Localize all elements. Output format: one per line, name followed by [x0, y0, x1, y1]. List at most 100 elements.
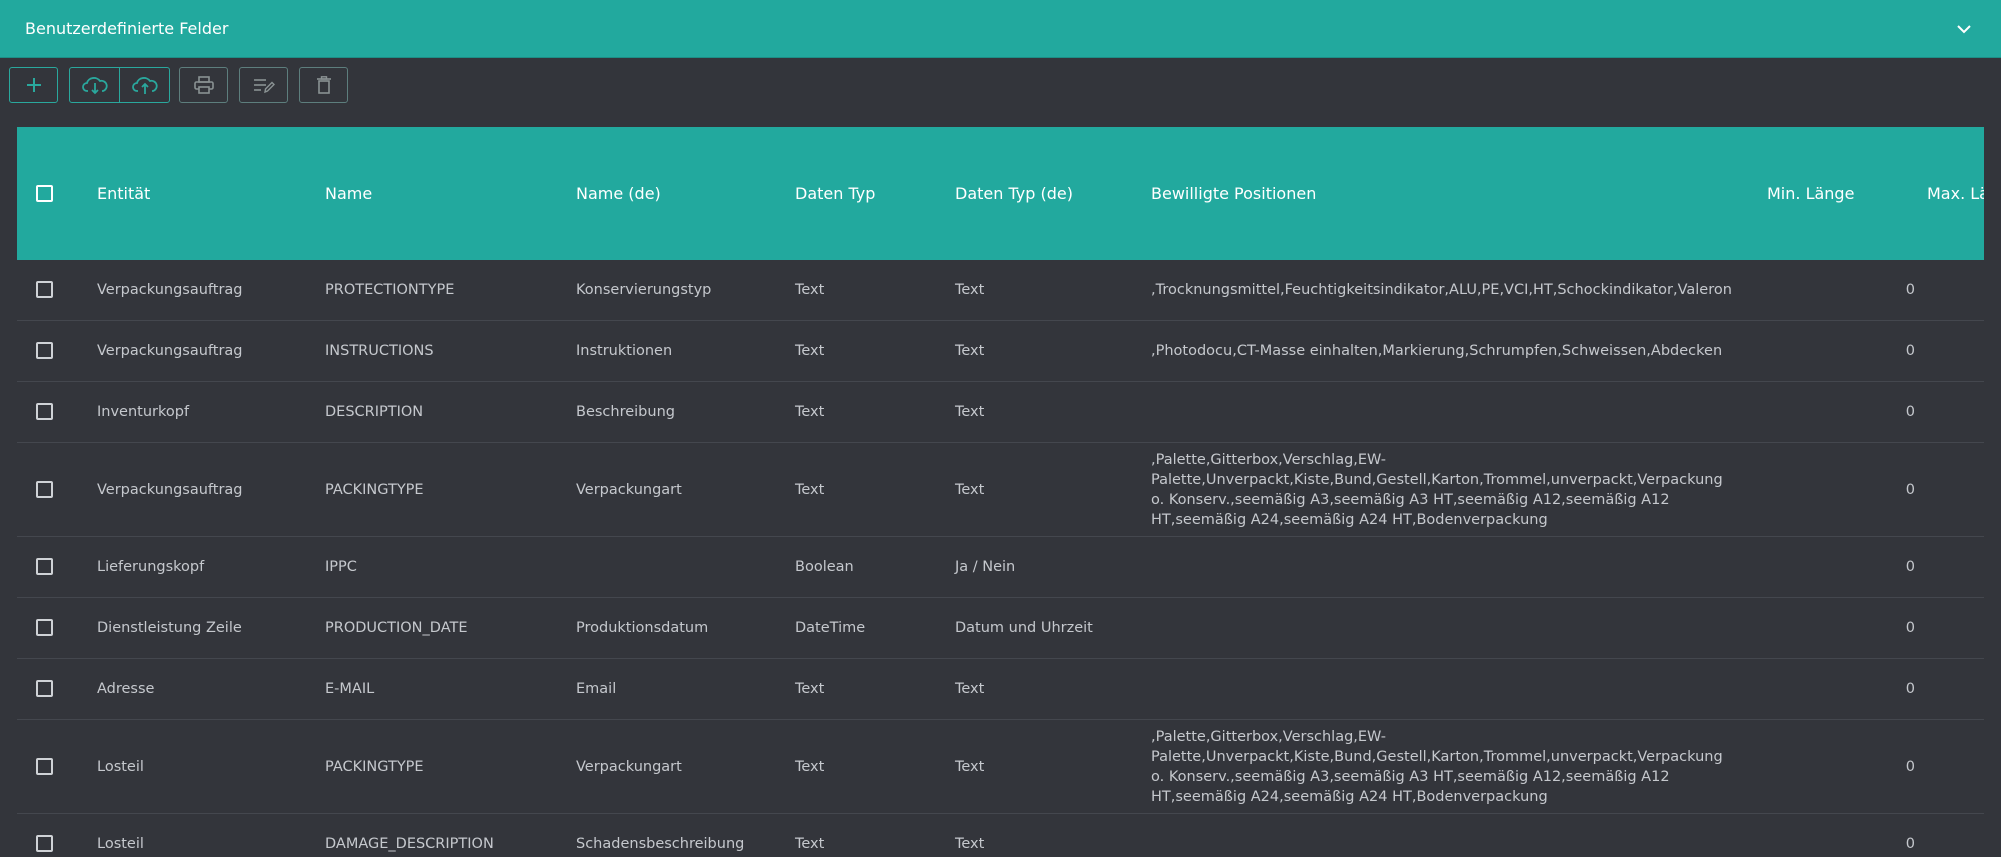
column-header-min-length[interactable]: Min. Länge: [1767, 127, 1854, 260]
row-checkbox[interactable]: [36, 680, 53, 697]
cell-name-de: Produktionsdatum: [576, 620, 709, 636]
cell-entity: Losteil: [97, 836, 144, 852]
custom-fields-table: Entität Name Name (de) Daten Typ Daten T…: [17, 127, 1984, 857]
chevron-down-icon[interactable]: [1955, 20, 1973, 38]
column-header-data-type[interactable]: Daten Typ: [795, 127, 875, 260]
cell-name: E-MAIL: [325, 681, 375, 697]
cell-data-type-de: Text: [955, 836, 985, 852]
row-checkbox[interactable]: [36, 619, 53, 636]
cell-data-type-de: Text: [955, 282, 985, 298]
cell-name: IPPC: [325, 559, 357, 575]
table-row[interactable]: Dienstleistung Zeile PRODUCTION_DATE Pro…: [17, 598, 1984, 659]
cell-min-length: 0: [1905, 282, 1915, 298]
cell-name-de: Konservierungstyp: [576, 282, 712, 298]
select-all-checkbox[interactable]: [36, 185, 53, 202]
cell-entity: Verpackungsauftrag: [97, 282, 243, 298]
cell-min-length: 0: [1905, 559, 1915, 575]
cell-name-de: Verpackungart: [576, 481, 682, 498]
upload-button[interactable]: [119, 67, 170, 103]
cell-name: PROTECTIONTYPE: [325, 282, 455, 298]
cell-name-de: Beschreibung: [576, 404, 675, 420]
edit-button[interactable]: [239, 67, 288, 103]
table-row[interactable]: Losteil PACKINGTYPE Verpackungart Text T…: [17, 720, 1984, 814]
row-checkbox[interactable]: [36, 558, 53, 575]
row-checkbox[interactable]: [36, 835, 53, 852]
printer-icon: [193, 76, 214, 94]
cell-entity: Lieferungskopf: [97, 559, 205, 575]
cell-min-length: 0: [1905, 343, 1915, 359]
cell-data-type: Text: [795, 836, 825, 852]
cell-entity: Inventurkopf: [97, 404, 190, 420]
cloud-download-icon: [81, 77, 108, 95]
column-header-name-de[interactable]: Name (de): [576, 127, 661, 260]
cell-data-type-de: Text: [955, 343, 985, 359]
cloud-upload-icon: [131, 77, 158, 94]
add-button[interactable]: [9, 67, 58, 103]
cell-name: PRODUCTION_DATE: [325, 620, 468, 636]
table-row[interactable]: Verpackungsauftrag PACKINGTYPE Verpackun…: [17, 443, 1984, 537]
row-checkbox[interactable]: [36, 281, 53, 298]
edit-list-icon: [253, 79, 275, 94]
cell-min-length: 0: [1905, 758, 1915, 775]
cell-allowed-positions: ,Palette,Gitterbox,Verschlag,EW-Palette,…: [1151, 451, 1723, 528]
delete-button[interactable]: [299, 67, 348, 103]
cell-entity: Verpackungsauftrag: [97, 343, 243, 359]
cell-name: INSTRUCTIONS: [325, 343, 434, 359]
cell-data-type-de: Ja / Nein: [955, 559, 1016, 575]
cell-allowed-positions: ,Trocknungsmittel,Feuchtigkeitsindikator…: [1151, 282, 1732, 298]
cell-data-type: Boolean: [795, 559, 854, 575]
cell-name: DESCRIPTION: [325, 404, 424, 420]
cell-min-length: 0: [1905, 681, 1915, 697]
table-header: Entität Name Name (de) Daten Typ Daten T…: [17, 127, 1984, 260]
print-button[interactable]: [179, 67, 228, 103]
section-header[interactable]: Benutzerdefinierte Felder: [0, 0, 2001, 58]
cell-min-length: 0: [1905, 404, 1915, 420]
cell-data-type-de: Text: [955, 758, 985, 775]
cell-entity: Adresse: [97, 681, 155, 697]
row-checkbox[interactable]: [36, 403, 53, 420]
cell-entity: Verpackungsauftrag: [97, 481, 243, 498]
cell-allowed-positions: ,Photodocu,CT-Masse einhalten,Markierung…: [1151, 343, 1723, 359]
row-checkbox[interactable]: [36, 342, 53, 359]
cell-data-type: Text: [795, 681, 825, 697]
cell-entity: Dienstleistung Zeile: [97, 620, 242, 636]
plus-icon: [26, 78, 41, 92]
cell-entity: Losteil: [97, 758, 144, 775]
cell-data-type: Text: [795, 404, 825, 420]
column-header-max-length[interactable]: Max. Länge: [1927, 127, 1984, 260]
column-header-name[interactable]: Name: [325, 127, 372, 260]
row-checkbox[interactable]: [36, 757, 53, 775]
cell-name-de: Verpackungart: [576, 758, 682, 775]
table-row[interactable]: Inventurkopf DESCRIPTION Beschreibung Te…: [17, 382, 1984, 443]
table-row[interactable]: Losteil DAMAGE_DESCRIPTION Schadensbesch…: [17, 814, 1984, 857]
cell-data-type-de: Datum und Uhrzeit: [955, 620, 1093, 636]
trash-icon: [316, 76, 331, 94]
cell-data-type-de: Text: [955, 404, 985, 420]
cell-data-type: Text: [795, 481, 825, 498]
cell-data-type-de: Text: [955, 481, 985, 498]
column-header-data-type-de[interactable]: Daten Typ (de): [955, 127, 1073, 260]
cell-min-length: 0: [1905, 481, 1915, 498]
cell-min-length: 0: [1905, 620, 1915, 636]
cell-min-length: 0: [1905, 836, 1915, 852]
table-row[interactable]: Lieferungskopf IPPC Boolean Ja / Nein 0: [17, 537, 1984, 598]
cell-name-de: Instruktionen: [576, 343, 673, 359]
cell-name: PACKINGTYPE: [325, 481, 424, 498]
download-button[interactable]: [69, 67, 120, 103]
cell-data-type: Text: [795, 758, 825, 775]
cell-data-type: Text: [795, 343, 825, 359]
cell-name-de: Schadensbeschreibung: [576, 836, 745, 852]
table-row[interactable]: Adresse E-MAIL Email Text Text 0: [17, 659, 1984, 720]
column-header-allowed-positions[interactable]: Bewilligte Positionen: [1151, 127, 1316, 260]
cell-data-type-de: Text: [955, 681, 985, 697]
cell-allowed-positions: ,Palette,Gitterbox,Verschlag,EW-Palette,…: [1151, 728, 1723, 805]
column-header-entity[interactable]: Entität: [97, 127, 150, 260]
table-row[interactable]: Verpackungsauftrag INSTRUCTIONS Instrukt…: [17, 321, 1984, 382]
cell-name: DAMAGE_DESCRIPTION: [325, 836, 494, 852]
table-row[interactable]: Verpackungsauftrag PROTECTIONTYPE Konser…: [17, 260, 1984, 321]
cell-data-type: Text: [795, 282, 825, 298]
cell-data-type: DateTime: [795, 620, 866, 636]
cell-name-de: Email: [576, 681, 617, 697]
row-checkbox[interactable]: [36, 480, 53, 498]
section-title: Benutzerdefinierte Felder: [25, 19, 229, 38]
